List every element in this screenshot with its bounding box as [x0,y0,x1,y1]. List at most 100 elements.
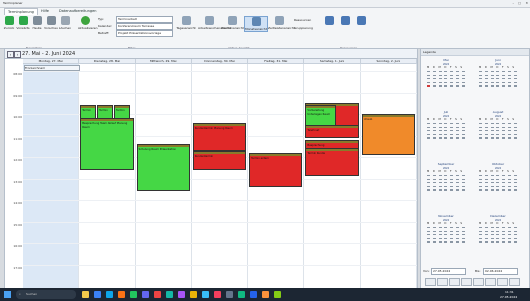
day-column[interactable] [361,64,417,289]
view-timeline-button[interactable]: Zeitleistenansicht [268,16,295,30]
mini-calendar-day[interactable] [479,122,482,125]
mini-calendar-day[interactable] [490,174,494,177]
mini-calendar-day[interactable] [432,189,436,191]
mini-calendar-day[interactable] [461,133,465,135]
mini-calendar-day[interactable] [461,230,465,232]
to-date-input[interactable]: 02.06.2024 [483,268,518,275]
mini-calendar-day[interactable] [508,130,512,132]
mini-calendar-day[interactable] [484,174,488,177]
mini-calendar-day[interactable] [432,70,436,73]
mini-calendar-day[interactable] [496,74,500,76]
refresh-button[interactable]: Aktualisieren [78,16,98,30]
maximize-icon[interactable]: □ [518,1,521,5]
mini-calendar-day[interactable] [490,185,494,187]
mini-calendar-day[interactable] [427,126,430,128]
mini-calendar-day[interactable] [508,81,512,83]
mini-calendar-day[interactable] [502,230,506,232]
mini-calendar-day[interactable] [427,182,430,184]
mini-calendar-day[interactable] [450,122,454,125]
mini-calendar-day[interactable] [450,81,454,83]
mini-calendar-day[interactable] [502,137,506,139]
tab-datenaufbereitungen[interactable]: Datenaufbereitungen [56,8,99,14]
resource-button-3[interactable] [354,16,368,26]
appointment[interactable]: Besprechung Team Ablauf Planung Raum [80,118,134,170]
mini-calendar[interactable]: September 2024 M D M D F S S [427,162,465,199]
mini-calendar-day[interactable] [444,85,448,87]
mini-calendar-day[interactable] [513,189,517,191]
mini-calendar-day[interactable] [432,178,436,180]
mini-calendar-day[interactable] [479,137,482,139]
mini-calendar-day[interactable] [444,70,448,73]
mini-calendar-day[interactable] [484,230,488,232]
mini-calendar-day[interactable] [432,241,436,243]
mini-calendar-day[interactable] [427,70,430,73]
mini-calendar-day[interactable] [508,182,512,184]
mini-calendar-day[interactable] [450,182,454,184]
mini-calendar-day[interactable] [444,241,448,243]
mini-calendar-day[interactable] [427,78,430,80]
mini-calendar-day[interactable] [479,230,482,232]
mini-calendar-day[interactable] [484,133,488,135]
mini-calendar-day[interactable] [444,174,448,177]
mini-calendar-day[interactable] [502,241,506,243]
mini-calendar-day[interactable] [456,74,460,76]
mini-calendar-day[interactable] [513,226,517,229]
mini-calendar-day[interactable] [432,130,436,132]
mini-calendar-day[interactable] [484,137,488,139]
taskbar-app-icon[interactable] [82,291,89,298]
tab-terminplanung[interactable]: Terminplanung [4,8,38,15]
mini-calendar-day[interactable] [508,133,512,135]
mini-calendar-day[interactable] [484,226,488,229]
taskbar-app-icon[interactable] [154,291,161,298]
mini-calendar-day[interactable] [427,178,430,180]
mini-calendar-day[interactable] [496,126,500,128]
mini-calendar-day[interactable] [438,74,442,76]
mini-calendar-day[interactable] [508,241,512,243]
mini-calendar-day[interactable] [450,174,454,177]
mini-calendar-day[interactable] [496,137,500,139]
mini-calendar-day[interactable] [456,133,460,135]
mini-calendar-day[interactable] [508,174,512,177]
mini-calendar-day[interactable] [513,70,517,73]
mini-calendar-day[interactable] [444,185,448,187]
mini-calendar-day[interactable] [432,81,436,83]
mini-calendar-day[interactable] [461,182,465,184]
mini-calendar-day[interactable] [461,237,465,239]
day-column[interactable] [304,64,361,289]
mini-calendar[interactable]: August 2024 M D M D F S S [479,110,517,147]
mini-calendar-day[interactable] [438,137,442,139]
mini-calendar-day[interactable] [496,122,500,125]
tab-hilfe[interactable]: Hilfe [38,8,52,14]
mini-calendar[interactable]: Dezember 2024 M D M D F S S [479,214,517,251]
mini-calendar-day[interactable] [479,182,482,184]
mini-calendar-day[interactable] [496,85,500,87]
kalender-select[interactable]: Konferenzraum Terrasse [116,23,173,30]
mini-calendar-day[interactable] [484,126,488,128]
mini-calendar-day[interactable] [484,178,488,180]
side-panel-button[interactable] [473,278,484,286]
side-panel-button[interactable] [425,278,436,286]
mini-calendar-day[interactable] [490,189,494,191]
view-month-button[interactable]: Monatsansicht [244,16,268,32]
minimize-icon[interactable]: – [513,1,515,5]
mini-calendar-day[interactable] [461,70,465,73]
mini-calendar-day[interactable] [438,226,442,229]
mini-calendar-day[interactable] [450,137,454,139]
mini-calendar-day[interactable] [496,241,500,243]
appointment[interactable]: Termin extern [249,152,303,188]
mini-calendar-day[interactable] [502,122,506,125]
mini-calendar-day[interactable] [508,85,512,87]
mini-calendar-day[interactable] [496,178,500,180]
view-workweek-button[interactable]: Arbeitswochenansicht [198,16,231,30]
side-panel-button[interactable] [509,278,520,286]
mini-calendar-day[interactable] [456,241,460,243]
appointment[interactable]: Telefonat [305,124,359,138]
mini-calendar-day[interactable] [484,130,488,132]
taskbar-app-icon[interactable] [238,291,245,298]
mini-calendar-day[interactable] [427,185,430,187]
mini-calendar-day[interactable] [490,122,494,125]
mini-calendar-day[interactable] [502,182,506,184]
mini-calendar-day[interactable] [432,234,436,236]
mini-calendar-day[interactable] [456,234,460,236]
taskbar-app-icon[interactable] [190,291,197,298]
